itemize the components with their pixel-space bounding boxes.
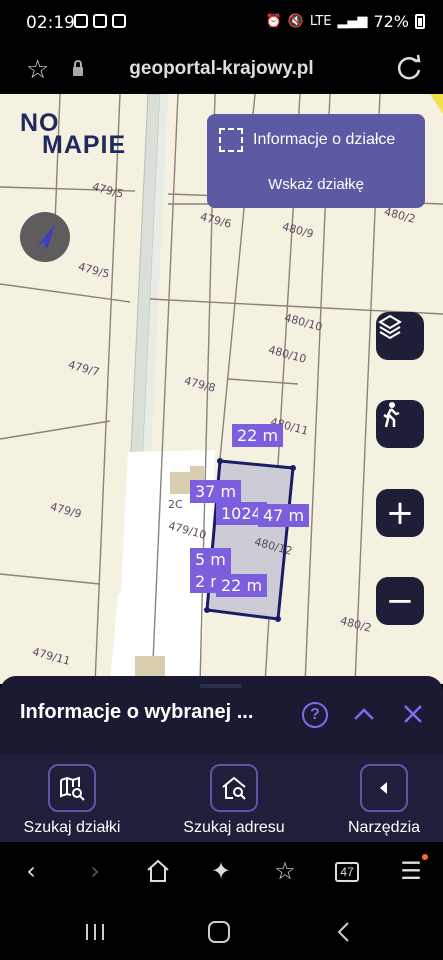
map-view[interactable]: 479/5 479/6 480/9 480/2 479/5 480/10 480… (0, 94, 443, 684)
compass-button[interactable] (20, 212, 70, 262)
nomapie-logo: NO MAPIE (20, 109, 127, 159)
search-parcel-label: Szukaj działki (23, 819, 121, 836)
parcel-info-title: Informacje o działce (253, 131, 396, 148)
parcel-select-icon (219, 128, 243, 152)
system-nav (0, 904, 443, 960)
zoom-out-button[interactable]: − (376, 577, 424, 625)
instagram-icon (112, 14, 126, 28)
measure-right: 47 m (258, 504, 310, 527)
tabs-count[interactable]: 47 (335, 862, 359, 882)
home-button-icon[interactable] (207, 920, 231, 944)
layers-icon (378, 314, 402, 340)
back-icon[interactable]: ‹ (16, 856, 46, 886)
battery-percent: 72% (373, 12, 409, 31)
alarm-icon: ⏰ (265, 14, 282, 29)
url-text[interactable]: geoportal-krajowy.pl (0, 58, 443, 80)
search-parcel-button[interactable]: Szukaj działki (12, 764, 132, 837)
zoom-in-button[interactable]: + (376, 489, 424, 537)
help-icon[interactable]: ? (302, 702, 328, 728)
tools-label: Narzędzia (347, 819, 421, 836)
measure-small-1: 5 m (190, 548, 231, 571)
sheet-title: Informacje o wybranej ... (20, 701, 254, 723)
navigation-arrow-icon (36, 224, 55, 250)
forward-icon[interactable]: › (80, 856, 110, 886)
measure-bottom: 22 m (216, 574, 268, 597)
minus-icon: − (385, 581, 415, 621)
home-icon[interactable] (143, 856, 173, 886)
measure-left: 37 m (190, 480, 242, 503)
bookmarks-icon[interactable]: ☆ (270, 856, 300, 886)
notification-icons (74, 14, 126, 28)
caret-left-icon (360, 764, 408, 812)
telegram-icon (93, 14, 107, 28)
info-sheet-header[interactable]: Informacje o wybranej ... ? (0, 676, 443, 754)
close-icon[interactable] (400, 701, 426, 727)
tools-bar: Szukaj działki Szukaj adresu Narzędzia (0, 754, 443, 842)
battery-icon (415, 14, 425, 29)
reload-icon[interactable] (393, 52, 425, 84)
street-view-button[interactable] (376, 400, 424, 448)
chevron-up-icon[interactable] (351, 701, 377, 727)
parcel-info-panel[interactable]: Informacje o działce Wskaż działkę (207, 114, 425, 208)
layers-button[interactable] (376, 312, 424, 360)
mute-icon: 🔇 (287, 14, 304, 29)
status-bar: 02:19 ⏰ 🔇 LTE ▂▄▆ 72% (0, 0, 443, 46)
menu-icon[interactable]: ☰ (396, 856, 426, 886)
building-label: 2C (168, 498, 183, 511)
pedestrian-icon (383, 402, 400, 428)
signal-icon: ▂▄▆ (337, 14, 368, 29)
tools-button[interactable]: Narzędzia (324, 764, 443, 837)
sparkle-icon[interactable]: ✦ (206, 856, 236, 886)
url-bar: ☆ geoportal-krajowy.pl (0, 46, 443, 94)
search-address-button[interactable]: Szukaj adresu (174, 764, 294, 837)
recent-apps-icon[interactable] (84, 922, 106, 942)
select-parcel-button[interactable]: Wskaż działkę (207, 176, 425, 193)
search-address-label: Szukaj adresu (183, 819, 285, 836)
browser-nav: ‹ › ✦ ☆ 47 ☰ (0, 842, 443, 904)
plus-icon: + (385, 493, 415, 533)
system-back-icon[interactable] (334, 920, 354, 944)
notification-dot (422, 854, 428, 860)
status-right: ⏰ 🔇 LTE ▂▄▆ 72% (265, 12, 425, 31)
parcel-info-header: Informacje o działce (219, 128, 395, 152)
network-type: LTE (309, 14, 332, 29)
measure-top: 22 m (232, 424, 284, 447)
status-time: 02:19 (26, 13, 75, 33)
gallery-icon (74, 14, 88, 28)
home-search-icon (210, 764, 258, 812)
map-search-icon (48, 764, 96, 812)
sheet-grab-handle[interactable] (200, 684, 242, 688)
